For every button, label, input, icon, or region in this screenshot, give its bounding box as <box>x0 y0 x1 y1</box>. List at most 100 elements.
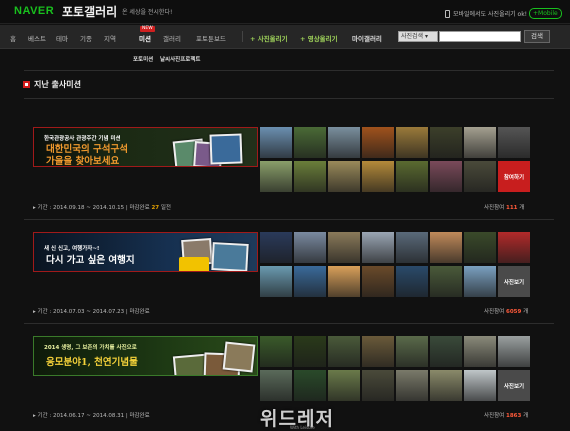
thumbnail[interactable] <box>294 266 326 297</box>
thumbnail[interactable] <box>396 161 428 192</box>
mission-thumbnails: 사진보기 <box>260 336 538 401</box>
thumbnail[interactable] <box>396 127 428 158</box>
mission-thumbnails: 참여하기 <box>260 127 538 192</box>
thumbnail[interactable] <box>464 161 496 192</box>
my-gallery-link[interactable]: 마이갤러리 <box>352 33 382 43</box>
search-type-select[interactable]: 사진검색 ▾ <box>398 31 438 42</box>
thumbnail[interactable] <box>396 232 428 263</box>
nav-item-phototoon[interactable]: 포토툰보드 <box>196 33 226 43</box>
subnav-weather-project[interactable]: 날씨사진프로젝트 <box>160 55 200 63</box>
search-input[interactable] <box>439 31 521 42</box>
naver-logo[interactable]: NAVER <box>14 5 54 17</box>
thumbnail[interactable] <box>464 370 496 401</box>
thumbnail[interactable] <box>260 266 292 297</box>
photo-count-label: 사진참여 <box>484 205 505 211</box>
divider <box>24 70 554 71</box>
mobile-link[interactable]: 모바일에서도 사진올리기 ok! <box>445 9 527 18</box>
mission-banner[interactable]: 한국관광공사 관광주간 기념 미션 대한민국의 구석구석 가을을 찾아보세요 <box>33 127 258 167</box>
main-nav: 홈 베스트 테마 기종 지역 NEW 미션 갤러리 포토툰보드 + 사진올리기 … <box>0 25 570 49</box>
phone-icon <box>445 9 450 18</box>
photo-count: 사진참여 111 개 <box>484 203 524 211</box>
search-type-value: 사진검색 <box>401 33 424 40</box>
banner-title-line1: 응모분야1, 천연기념물 <box>46 357 138 368</box>
thumbnail[interactable] <box>328 161 360 192</box>
mission-period: 기간 : 2014.09.18 ~ 2014.10.15 <box>37 205 125 211</box>
deadline-label: 마감완료 <box>129 309 150 315</box>
thumbnail[interactable] <box>430 336 462 367</box>
banner-photo <box>211 242 249 271</box>
upload-photo-label: 사진올리기 <box>257 35 288 43</box>
join-button[interactable]: 참여하기 <box>498 161 530 192</box>
thumbnail[interactable] <box>260 161 292 192</box>
thumbnail[interactable] <box>498 336 530 367</box>
thumbnail[interactable] <box>498 232 530 263</box>
search-button[interactable]: 검색 <box>524 30 550 43</box>
thumbnail[interactable] <box>362 232 394 263</box>
mobile-badge[interactable]: +Mobile <box>529 8 562 19</box>
thumbnail[interactable] <box>464 336 496 367</box>
banner-photo <box>209 133 243 165</box>
mission-meta: ▸ 기간 : 2014.07.03 ~ 2014.07.23 | 마감완료 <box>33 309 150 315</box>
thumbnail[interactable] <box>328 127 360 158</box>
thumbnail[interactable] <box>498 127 530 158</box>
view-photos-button[interactable]: 사진보기 <box>498 266 530 297</box>
thumbnail[interactable] <box>328 370 360 401</box>
thumbnail[interactable] <box>294 127 326 158</box>
thumbnail[interactable] <box>464 127 496 158</box>
deadline-label: 마감완료 <box>129 413 150 419</box>
thumbnail[interactable] <box>260 232 292 263</box>
thumbnail[interactable] <box>362 127 394 158</box>
nav-item-model[interactable]: 기종 <box>80 33 92 43</box>
section-title: 지난 출사미션 <box>34 80 81 89</box>
thumbnail[interactable] <box>430 232 462 263</box>
nav-item-best[interactable]: 베스트 <box>28 33 46 43</box>
thumbnail[interactable] <box>430 266 462 297</box>
photo-count: 사진참여 1863 개 <box>484 411 528 419</box>
upload-video-label: 영상올리기 <box>307 35 338 43</box>
mission-banner[interactable]: 새 신 신고, 여행가자~! 다시 가고 싶은 여행지 <box>33 232 258 272</box>
thumbnail[interactable] <box>430 370 462 401</box>
thumbnail[interactable] <box>260 370 292 401</box>
thumbnail[interactable] <box>464 232 496 263</box>
deadline-days: 27 <box>151 205 160 211</box>
thumbnail[interactable] <box>260 336 292 367</box>
thumbnail[interactable] <box>464 266 496 297</box>
nav-item-theme[interactable]: 테마 <box>56 33 68 43</box>
photo-count-value: 111 <box>506 205 518 211</box>
upload-photo-link[interactable]: + 사진올리기 <box>250 33 288 43</box>
thumbnail[interactable] <box>294 161 326 192</box>
view-photos-button[interactable]: 사진보기 <box>498 370 530 401</box>
thumbnail[interactable] <box>362 161 394 192</box>
nav-item-gallery[interactable]: 갤러리 <box>163 33 181 43</box>
photo-count-unit: 개 <box>519 205 525 211</box>
divider <box>24 323 554 324</box>
thumbnail[interactable] <box>260 127 292 158</box>
watermark-subtitle: With Leisure <box>290 425 315 430</box>
new-badge: NEW <box>140 26 155 32</box>
photo-count-label: 사진참여 <box>484 309 505 315</box>
thumbnail[interactable] <box>328 266 360 297</box>
thumbnail[interactable] <box>430 127 462 158</box>
thumbnail[interactable] <box>362 266 394 297</box>
ticket-graphic <box>179 257 209 271</box>
mission-banner[interactable]: 2014 생명, 그 보존의 가치를 사진으로 응모분야1, 천연기념물 <box>33 336 258 376</box>
mission-thumbnails: 사진보기 <box>260 232 538 297</box>
thumbnail[interactable] <box>362 336 394 367</box>
nav-item-mission[interactable]: 미션 <box>139 33 151 43</box>
thumbnail[interactable] <box>396 266 428 297</box>
thumbnail[interactable] <box>396 370 428 401</box>
thumbnail[interactable] <box>328 232 360 263</box>
upload-video-link[interactable]: + 영상올리기 <box>300 33 338 43</box>
subnav-photo-mission[interactable]: 포토미션 <box>133 55 153 63</box>
thumbnail[interactable] <box>294 336 326 367</box>
thumbnail[interactable] <box>294 232 326 263</box>
nav-item-home[interactable]: 홈 <box>10 33 16 43</box>
photo-gallery-logo[interactable]: 포토갤러리 <box>62 3 117 20</box>
nav-item-region[interactable]: 지역 <box>104 33 116 43</box>
thumbnail[interactable] <box>362 370 394 401</box>
thumbnail[interactable] <box>294 370 326 401</box>
thumbnail[interactable] <box>328 336 360 367</box>
thumbnail[interactable] <box>396 336 428 367</box>
banner-title-line2: 가을을 찾아보세요 <box>46 156 120 167</box>
thumbnail[interactable] <box>430 161 462 192</box>
